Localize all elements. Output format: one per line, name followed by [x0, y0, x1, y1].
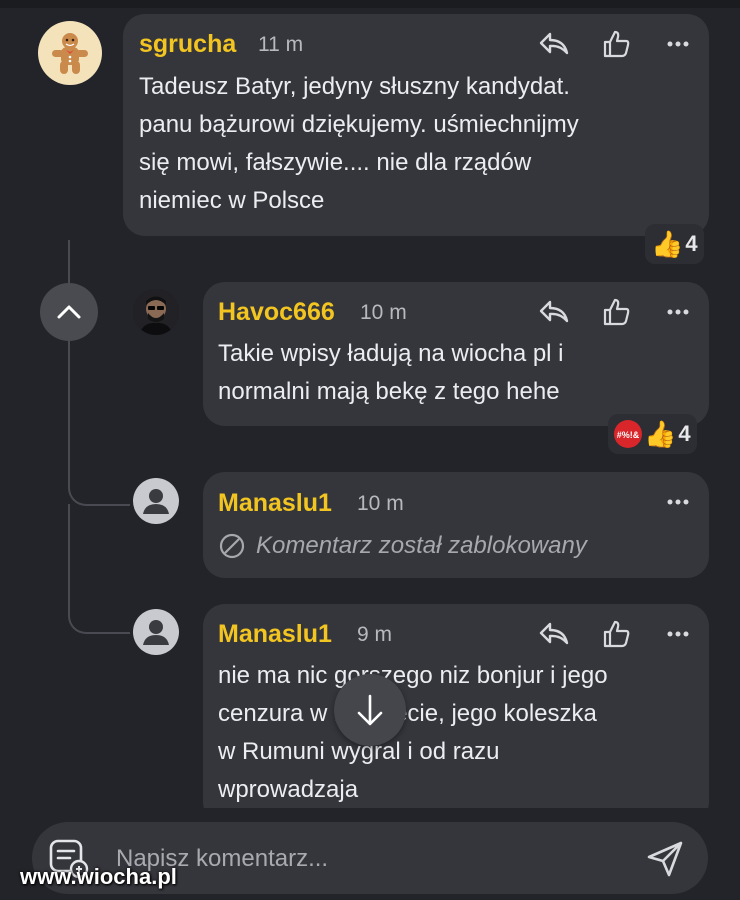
reply-icon[interactable]	[536, 616, 572, 652]
more-options-icon[interactable]	[660, 484, 696, 520]
reaction-count: 4	[685, 231, 698, 256]
more-options-icon[interactable]	[660, 616, 696, 652]
arrow-down-icon	[357, 694, 383, 726]
reply-icon[interactable]	[536, 294, 572, 330]
comment-username[interactable]: Havoc666	[218, 298, 335, 327]
chevron-up-icon	[57, 305, 81, 319]
avatar-default[interactable]	[133, 478, 179, 524]
blocked-message: Komentarz został zablokowany	[256, 532, 587, 559]
avatar-default[interactable]	[133, 609, 179, 655]
comment-username[interactable]: sgrucha	[139, 30, 236, 59]
comment-time: 10 m	[357, 492, 404, 515]
more-options-icon[interactable]	[660, 26, 696, 62]
reaction-summary[interactable]: 👍 4	[645, 224, 704, 264]
comment-time: 10 m	[360, 301, 407, 324]
reaction-count: 4	[678, 421, 691, 446]
thread-line	[68, 240, 70, 283]
comment-text: Tadeusz Batyr, jedyny słuszny kandydat. …	[139, 73, 579, 214]
like-icon[interactable]	[598, 294, 634, 330]
comment-text: nie ma nic gorszego niz bonjur i jego ce…	[218, 662, 608, 803]
comment-time: 9 m	[357, 623, 393, 646]
comment-time: 11 m	[258, 33, 304, 56]
comment-bubble	[203, 472, 709, 578]
person-icon	[143, 489, 169, 514]
comment-text: Takie wpisy ładują na wiocha pl i normal…	[218, 340, 564, 405]
send-icon[interactable]	[644, 838, 686, 880]
reaction-summary[interactable]: #%!& 👍 4	[608, 414, 697, 454]
reply-icon[interactable]	[536, 26, 572, 62]
more-options-icon[interactable]	[660, 294, 696, 330]
comment-username[interactable]: Manaslu1	[218, 489, 332, 518]
thumbs-up-emoji-icon: 👍	[644, 419, 677, 449]
top-edge	[0, 0, 740, 8]
like-icon[interactable]	[598, 26, 634, 62]
like-icon[interactable]	[598, 616, 634, 652]
person-icon	[143, 620, 169, 645]
thread-line	[68, 504, 130, 634]
avatar-gingerbread[interactable]	[38, 21, 102, 85]
comment-username[interactable]: Manaslu1	[218, 620, 332, 649]
avatar-havoc[interactable]	[133, 289, 179, 335]
thumbs-up-emoji-icon: 👍	[651, 229, 684, 259]
watermark: www.wiocha.pl	[20, 864, 177, 889]
blocked-icon	[218, 532, 246, 560]
thread-line	[68, 341, 130, 506]
collapse-replies-button[interactable]	[40, 283, 98, 341]
user-photo-icon	[133, 289, 179, 335]
scroll-down-button[interactable]	[334, 674, 406, 746]
angry-swearing-emoji-icon: #%!&	[614, 420, 642, 448]
gingerbread-icon	[52, 33, 88, 74]
